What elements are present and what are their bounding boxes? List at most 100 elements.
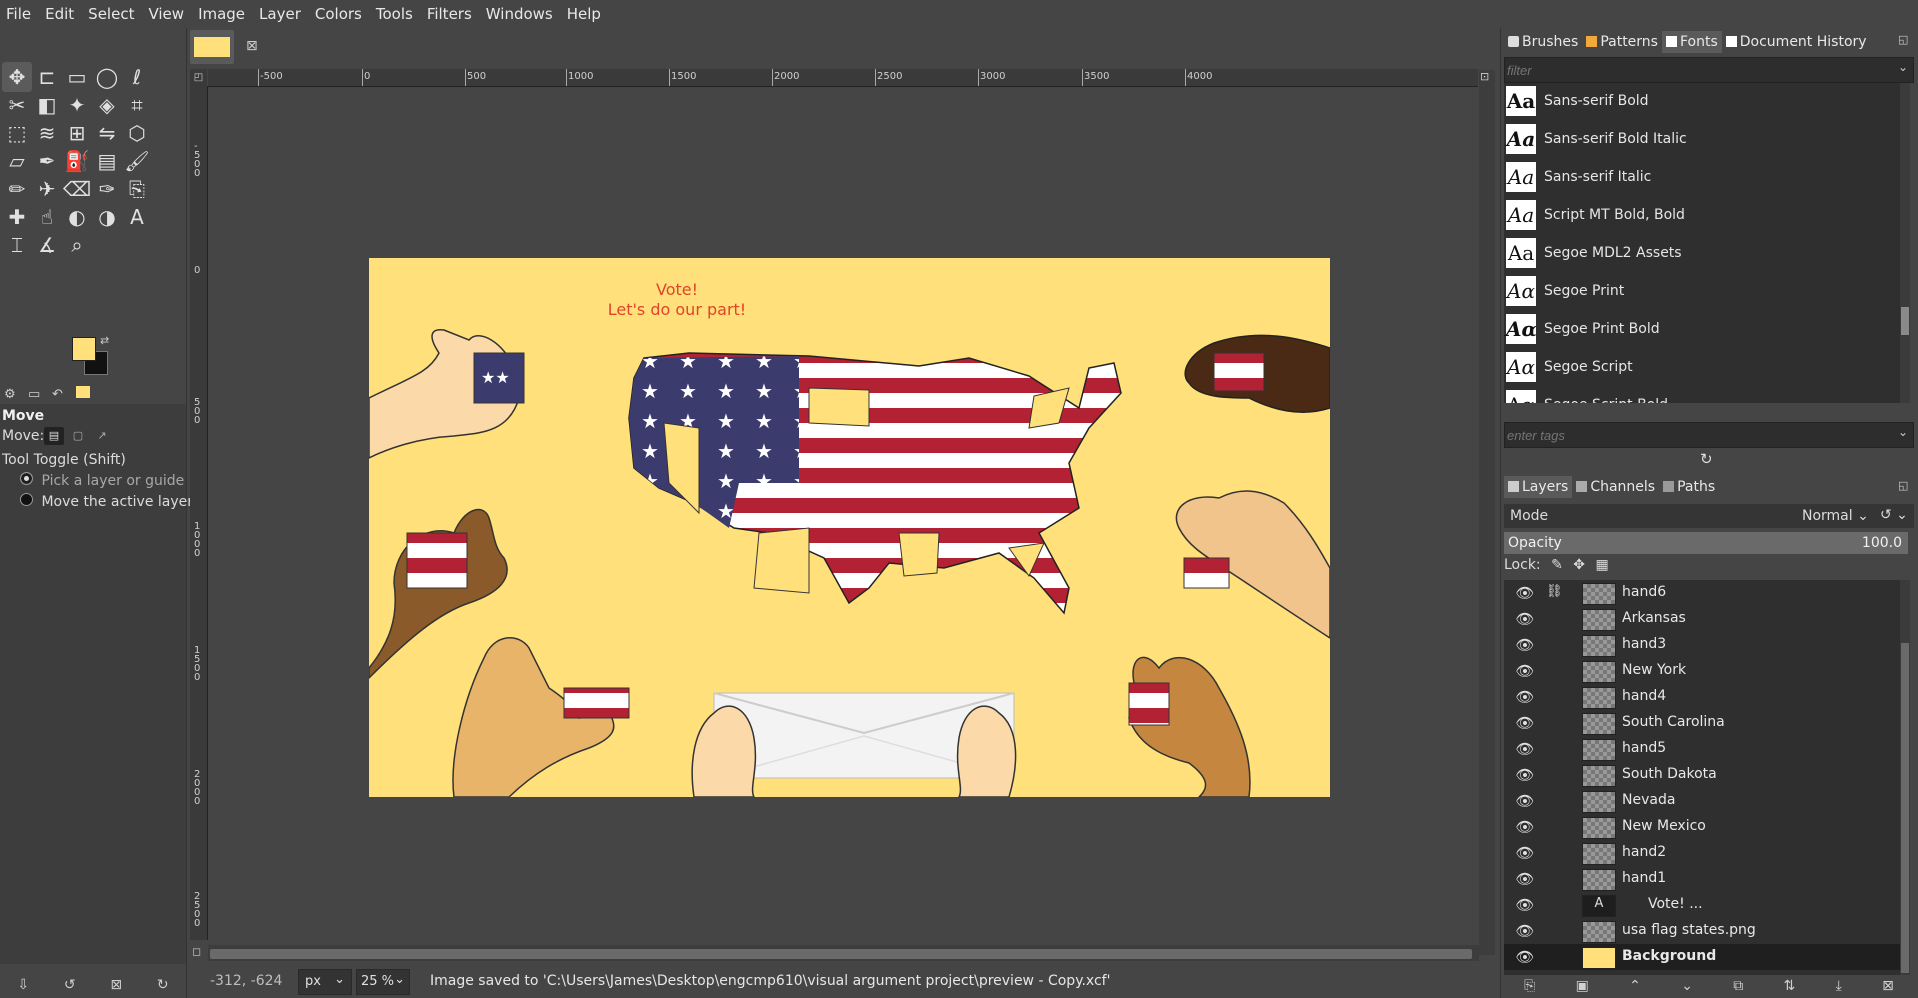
chevron-down-icon[interactable]: ⌄: [1898, 60, 1908, 74]
refresh-fonts-icon[interactable]: ↻: [1700, 450, 1713, 468]
vertical-ruler[interactable]: -500 0 500 1000 1500 2000 2500: [190, 86, 208, 940]
navigate-icon[interactable]: ◻: [192, 945, 201, 958]
color-picker-tool-icon[interactable]: ⌶: [2, 230, 32, 260]
mode-switch-icon[interactable]: ↺ ⌄: [1880, 507, 1908, 523]
visibility-eye-icon[interactable]: 👁: [1514, 922, 1536, 940]
new-layer-group-icon[interactable]: ▣: [1576, 978, 1589, 994]
pick-layer-radio[interactable]: [20, 472, 33, 485]
font-list[interactable]: Aa Sans-serif Bold Aa Sans-serif Bold Itali…: [1504, 83, 1900, 403]
eraser-tool-icon[interactable]: ⌫: [62, 174, 92, 204]
menu-select[interactable]: Select: [81, 0, 141, 28]
visibility-eye-icon[interactable]: 👁: [1514, 636, 1536, 654]
menu-view[interactable]: View: [141, 0, 191, 28]
warp-transform-tool-icon[interactable]: ≋: [32, 118, 62, 148]
move-selection-mode-button[interactable]: ▢: [68, 427, 88, 445]
foreground-select-tool-icon[interactable]: ◧: [32, 90, 62, 120]
restore-options-icon[interactable]: ↺: [64, 977, 76, 993]
move-active-layer-radio[interactable]: [20, 493, 33, 506]
swap-colors-icon[interactable]: ⇄: [100, 334, 109, 347]
font-filter-input[interactable]: [1504, 57, 1914, 83]
crop-tool-icon[interactable]: ⌗: [122, 90, 152, 120]
align-tool-icon[interactable]: ⊏: [32, 62, 62, 92]
font-list-scroll-thumb[interactable]: [1901, 307, 1909, 335]
select-by-color-tool-icon[interactable]: ◈: [92, 90, 122, 120]
unit-dropdown[interactable]: px ⌄: [298, 969, 352, 995]
menu-image[interactable]: Image: [191, 0, 252, 28]
visibility-eye-icon[interactable]: 👁: [1514, 818, 1536, 836]
visibility-eye-icon[interactable]: 👁: [1514, 896, 1536, 914]
visibility-eye-icon[interactable]: 👁: [1514, 870, 1536, 888]
pick-layer-option[interactable]: Pick a layer or guide: [20, 472, 184, 489]
lock-alpha-icon[interactable]: ▦: [1595, 557, 1608, 573]
font-list-scrollbar[interactable]: [1900, 83, 1910, 403]
menu-windows[interactable]: Windows: [479, 0, 560, 28]
horizontal-ruler[interactable]: -500 0 500 1000 1500 2000 2500 3000 3500 4000: [208, 69, 1478, 87]
flip-tool-icon[interactable]: ⇋: [92, 118, 122, 148]
layer-row[interactable]: 👁 New York: [1504, 658, 1900, 684]
tab-document-history[interactable]: Document History: [1722, 31, 1871, 53]
dock-menu-icon[interactable]: ◱: [1898, 479, 1908, 492]
layer-row[interactable]: 👁 usa flag states.png: [1504, 918, 1900, 944]
handle-transform-tool-icon[interactable]: ⊞: [62, 118, 92, 148]
tab-channels[interactable]: Channels: [1572, 476, 1659, 498]
image-canvas[interactable]: ★ Vote! Let's do our part! ★★: [368, 257, 1331, 798]
cage-tool-icon[interactable]: ⬡: [122, 118, 152, 148]
tab-patterns[interactable]: Patterns: [1582, 31, 1662, 53]
font-list-item[interactable]: Aα Segoe Print: [1504, 273, 1900, 311]
save-options-icon[interactable]: ⇩: [17, 977, 29, 993]
menu-help[interactable]: Help: [560, 0, 608, 28]
lock-position-icon[interactable]: ✥: [1573, 557, 1585, 573]
layers-scroll-thumb[interactable]: [1901, 643, 1909, 973]
gradient-tool-icon[interactable]: ▤: [92, 146, 122, 176]
lock-pixels-icon[interactable]: ✎: [1551, 557, 1563, 573]
zoom-tool-icon[interactable]: ⌕: [62, 230, 92, 260]
visibility-eye-icon[interactable]: 👁: [1514, 688, 1536, 706]
chevron-down-icon[interactable]: ⌄: [1898, 425, 1908, 439]
unified-transform-tool-icon[interactable]: ⬚: [2, 118, 32, 148]
pencil-tool-icon[interactable]: ✏: [2, 174, 32, 204]
move-path-mode-button[interactable]: ↗: [92, 427, 112, 445]
menu-layer[interactable]: Layer: [252, 0, 308, 28]
zoom-dropdown[interactable]: 25 % ⌄: [356, 969, 410, 995]
layers-list[interactable]: 👁 ⛓ hand6 👁 Arkansas 👁 hand3 👁 New York 👁 hand4 👁 So…: [1504, 580, 1900, 975]
layer-row[interactable]: 👁 hand5: [1504, 736, 1900, 762]
font-list-item[interactable]: Aα Segoe Script: [1504, 349, 1900, 387]
close-image-tab-icon[interactable]: ⊠: [246, 38, 258, 54]
image-tab[interactable]: [190, 30, 234, 64]
ink-tool-icon[interactable]: ✑: [92, 174, 122, 204]
paths-tool-icon[interactable]: ✒: [32, 146, 62, 176]
opacity-slider[interactable]: Opacity 100.0: [1504, 532, 1908, 554]
paintbrush-tool-icon[interactable]: 🖌: [122, 146, 152, 176]
tool-options-tab-icon[interactable]: ⚙: [4, 387, 22, 403]
mode-dropdown[interactable]: Normal ⌄: [1802, 508, 1869, 524]
rect-select-tool-icon[interactable]: ▭: [62, 62, 92, 92]
visibility-eye-icon[interactable]: 👁: [1514, 610, 1536, 628]
visibility-eye-icon[interactable]: 👁: [1514, 792, 1536, 810]
visibility-eye-icon[interactable]: 👁: [1514, 714, 1536, 732]
menu-edit[interactable]: Edit: [38, 0, 81, 28]
font-list-item[interactable]: Aα Segoe Print Bold: [1504, 311, 1900, 349]
burn-tool-icon[interactable]: ◑: [92, 202, 122, 232]
undo-history-tab-icon[interactable]: ↶: [52, 387, 70, 403]
layer-row[interactable]: 👁 A Vote! ...: [1504, 892, 1900, 918]
text-tool-icon[interactable]: A: [122, 202, 152, 232]
quick-mask-corner[interactable]: ◰: [190, 69, 207, 86]
vertical-scrollbar[interactable]: [1479, 70, 1495, 955]
images-tab-icon[interactable]: [76, 386, 90, 398]
ellipse-select-tool-icon[interactable]: ◯: [92, 62, 122, 92]
layer-row[interactable]: 👁 hand3: [1504, 632, 1900, 658]
move-tool-icon[interactable]: ✥: [2, 62, 32, 92]
layer-row[interactable]: 👁 South Carolina: [1504, 710, 1900, 736]
visibility-eye-icon[interactable]: 👁: [1514, 662, 1536, 680]
font-list-item[interactable]: Aα Segoe Script Bold: [1504, 387, 1900, 403]
delete-layer-icon[interactable]: ⊠: [1882, 978, 1894, 994]
font-list-item[interactable]: Aa Segoe MDL2 Assets: [1504, 235, 1900, 273]
layer-row[interactable]: 👁 Background: [1504, 944, 1900, 970]
layer-row[interactable]: 👁 Nevada: [1504, 788, 1900, 814]
perspective-tool-icon[interactable]: ▱: [2, 146, 32, 176]
dodge-tool-icon[interactable]: ◐: [62, 202, 92, 232]
visibility-eye-icon[interactable]: 👁: [1514, 948, 1536, 966]
menu-file[interactable]: File: [0, 0, 38, 28]
layer-row[interactable]: 👁 hand2: [1504, 840, 1900, 866]
raise-layer-icon[interactable]: ⌃: [1629, 978, 1641, 994]
